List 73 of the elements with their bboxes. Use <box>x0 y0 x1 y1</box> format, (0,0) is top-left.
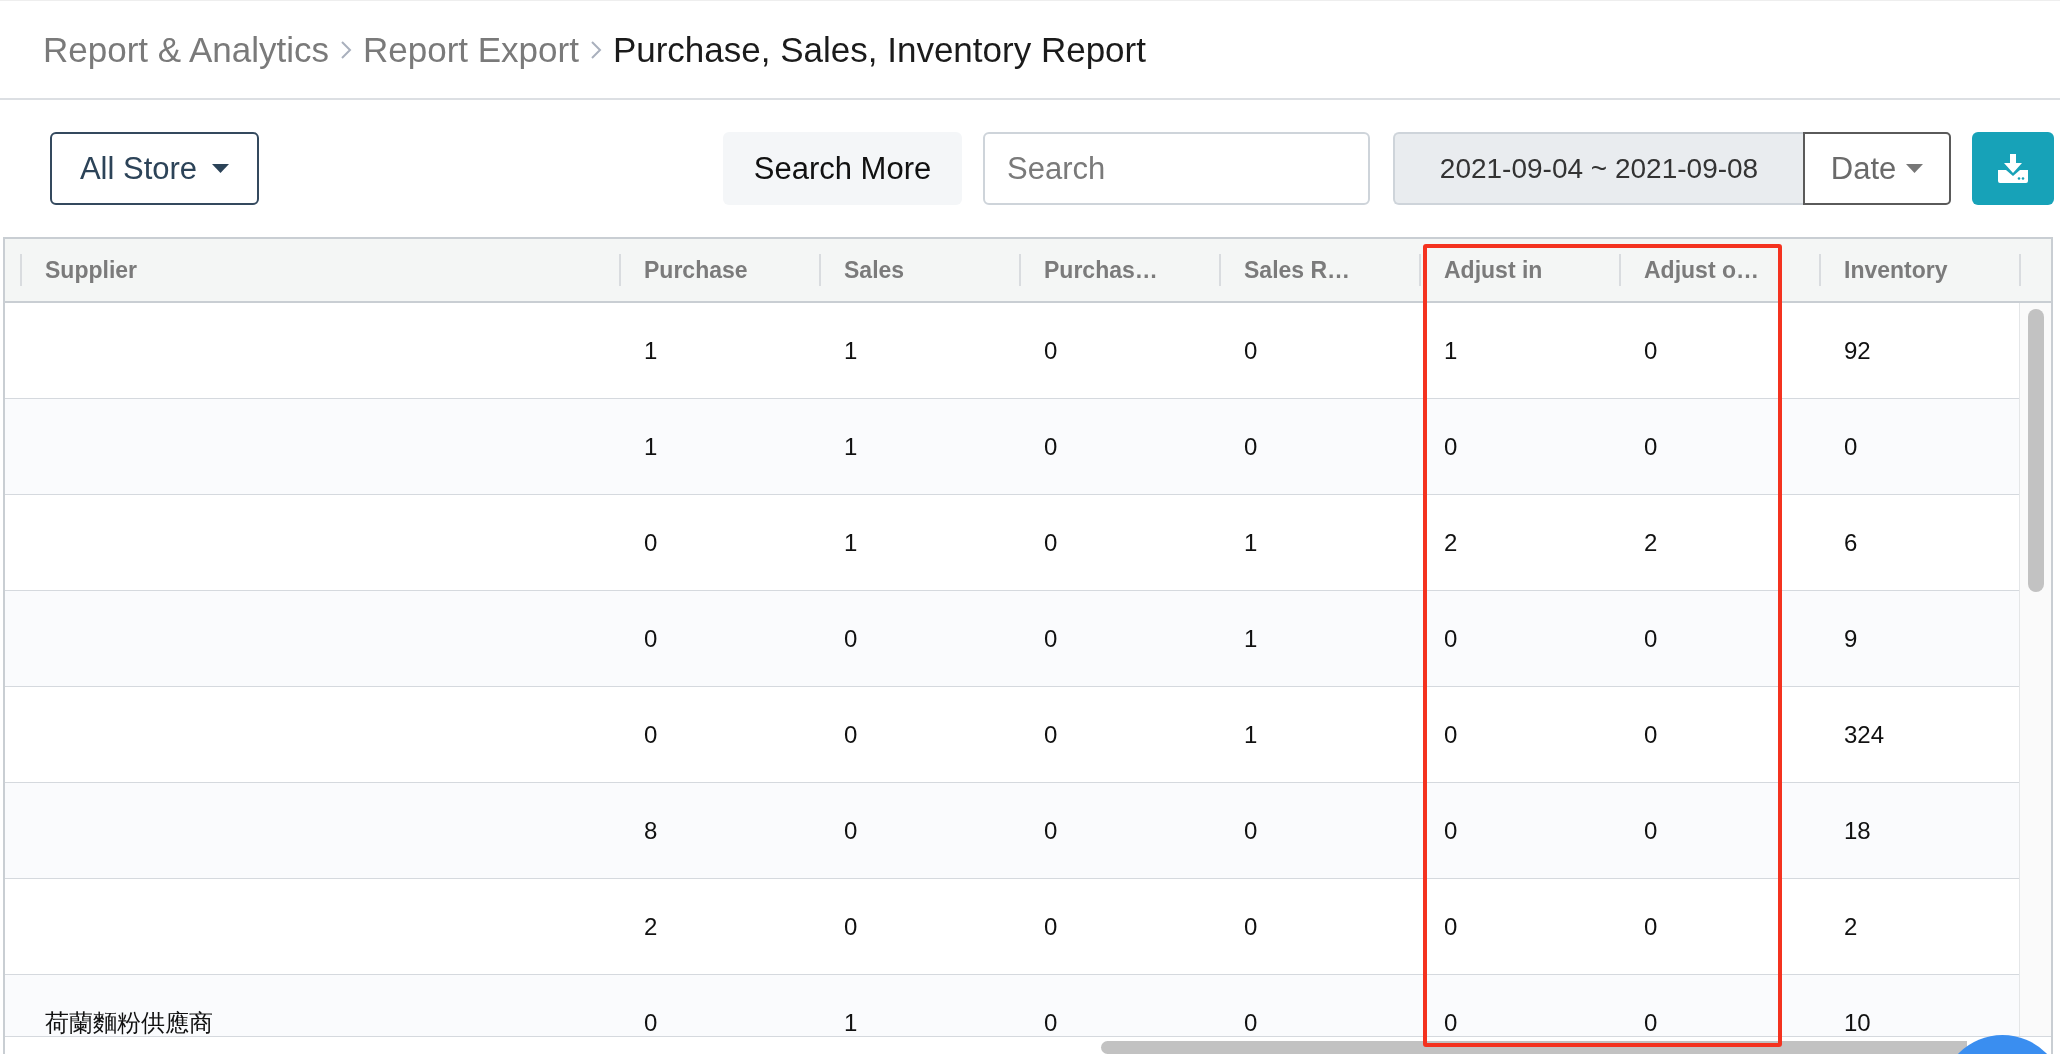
date-type-dropdown[interactable]: Date <box>1803 132 1951 205</box>
breadcrumb-link[interactable]: Report & Analytics <box>43 29 329 70</box>
download-button[interactable] <box>1972 132 2054 205</box>
search-more-button[interactable]: Search More <box>723 132 962 205</box>
table-cell-text: 0 <box>1443 719 1459 750</box>
table-cell-text: 10 <box>1843 1007 1872 1036</box>
table-cell-text: 0 <box>1843 431 1859 462</box>
table-cell-text: 0 <box>643 719 659 750</box>
scrollbar-thumb[interactable] <box>2027 309 2044 592</box>
table-cell-text: 0 <box>1643 1007 1659 1036</box>
table-cell-text: 6 <box>1843 527 1859 558</box>
page-title: Purchase, Sales, Inventory Report <box>612 29 1146 70</box>
store-dropdown[interactable]: All Store <box>50 132 259 205</box>
table-cell-text: 0 <box>843 815 859 846</box>
table-cell-text: 9 <box>1843 623 1859 654</box>
caret-down-icon <box>212 164 230 173</box>
table-cell-text: 0 <box>1643 719 1659 750</box>
chevron-right-icon <box>338 38 353 61</box>
table-cell-text: 0 <box>1243 1007 1259 1036</box>
table-cell-text: 324 <box>1843 719 1886 750</box>
table-cell-text: 0 <box>1243 911 1259 942</box>
table-cell-text: 2 <box>1843 911 1859 942</box>
table-cell-text: 2 <box>1643 527 1659 558</box>
table-cell-text: 0 <box>1243 431 1259 462</box>
table-cell-text: 0 <box>1043 719 1059 750</box>
table-cell-text: 0 <box>643 527 659 558</box>
table-cell-text: 2 <box>1443 527 1459 558</box>
table-cell-text: 0 <box>1243 335 1259 366</box>
table-cell-text: 92 <box>1843 335 1872 366</box>
table-cell-text: 1 <box>1243 623 1259 654</box>
table-cell-text: 0 <box>1443 431 1459 462</box>
table-cell-text: 0 <box>1643 815 1659 846</box>
table-cell-text: 0 <box>1443 911 1459 942</box>
table-cell-text: 1 <box>843 1007 859 1036</box>
table-cell-text: 0 <box>643 623 659 654</box>
table-cell-text: 0 <box>1243 815 1259 846</box>
table-cell-text: 1 <box>1243 719 1259 750</box>
table-cell-text: 0 <box>843 719 859 750</box>
table-cell-text: 0 <box>1643 431 1659 462</box>
table-cell-text: 1 <box>843 335 859 366</box>
table-cell-text: 0 <box>1643 335 1659 366</box>
search-field[interactable]: Search <box>983 132 1370 205</box>
table-cell-text: 0 <box>1043 431 1059 462</box>
floating-action-button[interactable] <box>1955 1035 2050 1054</box>
table-cell-text: 0 <box>1043 815 1059 846</box>
table-cell-text: 18 <box>1843 815 1872 846</box>
table-cell-text: 1 <box>643 335 659 366</box>
caret-down-icon <box>1906 164 1924 173</box>
chevron-right-icon <box>588 38 603 61</box>
table-cell-text: 1 <box>843 431 859 462</box>
table-cell-text: 0 <box>1443 623 1459 654</box>
table-cell-text: 0 <box>1043 527 1059 558</box>
table-cell-text: 0 <box>1443 1007 1459 1036</box>
table-cell-text: 0 <box>1043 623 1059 654</box>
table-cell-text: 荷蘭麵粉供應商 <box>44 1007 214 1036</box>
table-cell-text: 1 <box>643 431 659 462</box>
date-range-field[interactable]: 2021-09-04 ~ 2021-09-08 <box>1393 132 1803 205</box>
download-icon <box>1997 153 2029 184</box>
table-cell-text: 2 <box>643 911 659 942</box>
table-cell-text: 0 <box>1043 911 1059 942</box>
table-cell-text: 0 <box>1043 335 1059 366</box>
table-cell-text: 8 <box>643 815 659 846</box>
table-cell-text: 1 <box>1243 527 1259 558</box>
breadcrumb-link[interactable]: Report Export <box>362 29 579 70</box>
table-cell-text: 0 <box>843 911 859 942</box>
table-cell-text: 0 <box>843 623 859 654</box>
table-cell-text: 0 <box>1643 911 1659 942</box>
table-cell-text: 1 <box>843 527 859 558</box>
table-cell-text: 0 <box>1443 815 1459 846</box>
table-cell-text: 0 <box>1043 1007 1059 1036</box>
table-cell-text: 0 <box>1643 623 1659 654</box>
table-cell-text: 1 <box>1443 335 1459 366</box>
table-cell-text: 0 <box>643 1007 659 1036</box>
